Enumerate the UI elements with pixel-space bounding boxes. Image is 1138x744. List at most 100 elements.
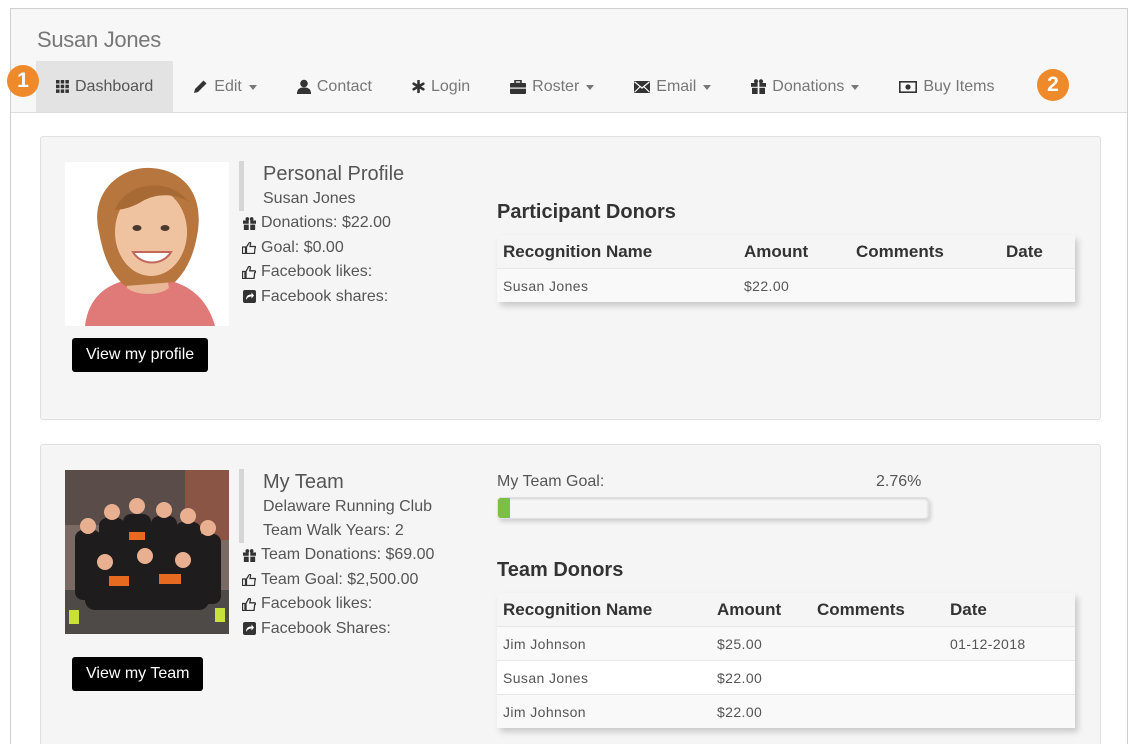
column-header: Comments	[817, 599, 905, 619]
column-header: Date	[1006, 241, 1043, 261]
briefcase-icon	[510, 79, 527, 94]
table-cell: $22.00	[717, 703, 763, 720]
nav-edit-label: Edit	[214, 77, 242, 95]
thumbs-up-icon	[240, 265, 258, 279]
team-goal-progress-fill	[498, 498, 511, 518]
profile-info: Personal Profile Susan Jones Donations: …	[239, 161, 469, 309]
team-info: My Team Delaware Running Club Team Walk …	[239, 469, 469, 641]
table-cell: Jim Johnson	[503, 635, 586, 652]
team-walk-years: Team Walk Years: 2	[263, 522, 404, 539]
nav-donations-label: Donations	[772, 77, 845, 95]
view-team-button[interactable]: View my Team	[72, 657, 204, 691]
money-icon	[899, 80, 918, 93]
column-header: Recognition Name	[503, 241, 653, 261]
team-goal-label: My Team Goal:	[497, 473, 605, 490]
team-name: Delaware Running Club	[263, 498, 432, 515]
chevron-down-icon	[703, 85, 712, 90]
team-panel: View my Team My Team Delaware Running Cl…	[40, 444, 1101, 744]
profile-donations-text: Donations: $22.00	[261, 214, 391, 231]
team-donations: Team Donations: $69.00	[239, 543, 469, 568]
team-goal-percent: 2.76%	[876, 473, 922, 490]
chevron-down-icon	[586, 85, 595, 90]
gift-icon	[240, 216, 258, 230]
user-icon	[296, 79, 311, 94]
profile-facebook-likes-text: Facebook likes:	[261, 263, 373, 280]
grid-icon	[56, 80, 69, 93]
profile-donations: Donations: $22.00	[239, 211, 469, 236]
table-row: Jim Johnson $22.00	[497, 694, 1075, 728]
nav-login[interactable]: Login	[392, 61, 490, 112]
team-facebook-shares: Facebook Shares:	[239, 617, 469, 642]
nav-buy-items[interactable]: Buy Items	[879, 61, 1014, 112]
table-cell: $25.00	[717, 635, 763, 652]
nav-email[interactable]: Email	[614, 61, 731, 112]
hand-point-icon	[240, 241, 258, 254]
table-cell: Susan Jones	[503, 669, 589, 686]
team-photo	[65, 470, 229, 634]
table-cell: 01-12-2018	[950, 635, 1026, 652]
nav-donations[interactable]: Donations	[731, 61, 879, 112]
profile-panel: View my profile Personal Profile Susan J…	[40, 136, 1101, 420]
profile-title: Personal Profile	[263, 163, 405, 185]
hand-point-icon	[240, 573, 258, 586]
gift-icon	[751, 79, 767, 94]
table-row: Susan Jones $22.00	[497, 268, 1075, 302]
nav-contact[interactable]: Contact	[277, 61, 392, 112]
top-navbar: Susan Jones Dashboard Edit Contact Login…	[11, 9, 1127, 113]
pencil-icon	[193, 79, 208, 94]
profile-goal: Goal: $0.00	[239, 236, 469, 261]
asterisk-icon	[412, 80, 425, 93]
team-donations-text: Team Donations: $69.00	[261, 546, 435, 563]
nav-buy-items-label: Buy Items	[923, 77, 995, 95]
nav-email-label: Email	[656, 77, 697, 95]
thumbs-up-icon	[240, 597, 258, 611]
nav-login-label: Login	[431, 77, 471, 95]
table-row: Susan Jones $22.00	[497, 660, 1075, 694]
table-cell: Susan Jones	[503, 277, 589, 294]
participant-donors-title: Participant Donors	[497, 201, 676, 223]
nav-dashboard[interactable]: Dashboard	[36, 61, 174, 112]
table-row: Jim Johnson $25.00 01-12-2018	[497, 626, 1075, 660]
profile-facebook-shares: Facebook shares:	[239, 285, 469, 310]
profile-goal-text: Goal: $0.00	[261, 238, 344, 256]
team-goal-text: Team Goal: $2,500.00	[261, 570, 419, 588]
team-goal: Team Goal: $2,500.00	[239, 568, 469, 593]
nav-roster[interactable]: Roster	[490, 61, 614, 112]
column-header: Amount	[744, 241, 809, 261]
column-header: Comments	[856, 241, 944, 261]
gift-icon	[240, 548, 258, 562]
profile-heading: Personal Profile Susan Jones	[239, 161, 469, 211]
profile-photo	[65, 162, 229, 326]
share-icon	[240, 290, 258, 304]
chevron-down-icon	[851, 85, 860, 90]
column-header: Amount	[717, 599, 782, 619]
team-facebook-shares-text: Facebook Shares:	[261, 619, 391, 637]
participant-donors-table: Recognition Name Amount Comments Date Su…	[497, 235, 1075, 302]
team-goal-progress-bar	[497, 497, 929, 519]
team-facebook-likes-text: Facebook likes:	[261, 595, 373, 612]
view-profile-button[interactable]: View my profile	[72, 338, 209, 372]
table-header: Recognition Name Amount Comments Date	[497, 593, 1075, 626]
table-cell: $22.00	[744, 277, 790, 294]
profile-name: Susan Jones	[263, 190, 356, 207]
callout-marker-2: 2	[1037, 69, 1069, 101]
table-header: Recognition Name Amount Comments Date	[497, 235, 1075, 268]
team-donors-table: Recognition Name Amount Comments Date Ji…	[497, 593, 1075, 728]
nav-contact-label: Contact	[316, 77, 372, 95]
nav-dashboard-label: Dashboard	[75, 77, 154, 95]
chevron-down-icon	[248, 85, 257, 90]
team-donors-title: Team Donors	[497, 559, 624, 581]
profile-facebook-likes: Facebook likes:	[239, 260, 469, 285]
nav-edit[interactable]: Edit	[173, 61, 277, 112]
table-cell: Jim Johnson	[503, 703, 586, 720]
navbar-brand[interactable]: Susan Jones	[37, 27, 161, 53]
share-icon	[240, 622, 258, 636]
profile-facebook-shares-text: Facebook shares:	[261, 287, 389, 305]
envelope-icon	[634, 80, 651, 93]
table-cell: $22.00	[717, 669, 763, 686]
column-header: Date	[950, 599, 987, 619]
callout-marker-1: 1	[7, 65, 39, 97]
column-header: Recognition Name	[503, 599, 653, 619]
nav-roster-label: Roster	[532, 77, 580, 95]
main-nav: Dashboard Edit Contact Login Roster Emai…	[36, 61, 1014, 112]
